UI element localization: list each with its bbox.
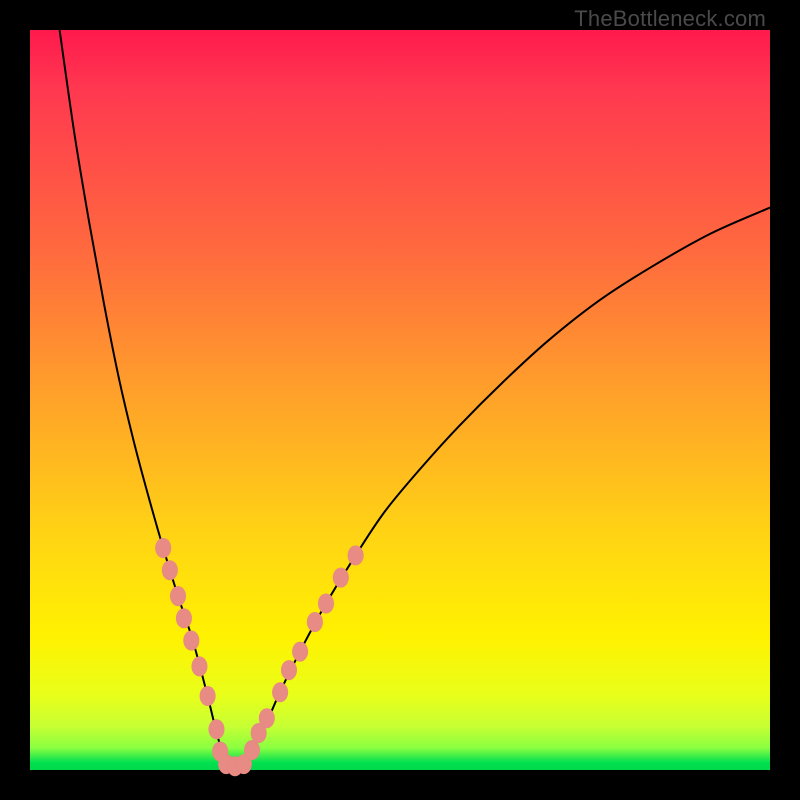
curve-marker [183,631,199,651]
curve-marker [170,586,186,606]
curve-right-arm [241,208,770,770]
curve-marker [162,560,178,580]
curve-marker [318,594,334,614]
curve-marker [292,642,308,662]
curve-marker [281,660,297,680]
chart-frame: TheBottleneck.com [0,0,800,800]
curve-marker [333,568,349,588]
curve-marker [348,545,364,565]
curve-marker [176,608,192,628]
curve-marker [191,656,207,676]
bottleneck-curve-svg [30,30,770,770]
curve-marker [155,538,171,558]
curve-markers [155,538,363,776]
curve-marker [307,612,323,632]
curve-marker [208,719,224,739]
curve-marker [200,686,216,706]
plot-area [30,30,770,770]
watermark-text: TheBottleneck.com [574,6,766,32]
curve-marker [259,708,275,728]
curve-marker [272,682,288,702]
